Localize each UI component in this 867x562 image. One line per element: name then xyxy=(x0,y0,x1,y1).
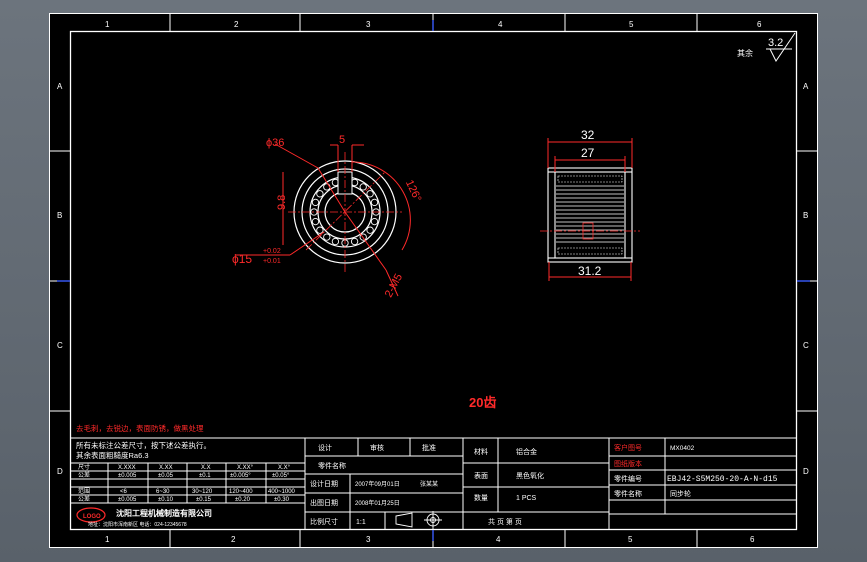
zone-bottom-3: 3 xyxy=(366,535,371,544)
tol-cell: 400~1000 xyxy=(268,489,296,495)
tb-material: 铝合金 xyxy=(516,447,537,456)
tb-print-date: 2008年01月25日 xyxy=(355,499,400,507)
tb-scale: 1:1 xyxy=(356,519,366,526)
zone-bottom-6: 6 xyxy=(750,535,755,544)
tol-cell: ±0.005 xyxy=(118,497,137,503)
tb-part-name-label: 零件名称 xyxy=(318,461,346,470)
zone-bottom-2: 2 xyxy=(231,535,236,544)
roughness-note: 其余表面粗糙度Ra6.3 xyxy=(76,450,149,460)
cad-viewport: 1 2 3 4 5 6 1 2 3 4 5 6 A B C D A B C D … xyxy=(0,0,867,562)
company-name: 沈阳工程机械制造有限公司 xyxy=(116,508,212,518)
tol-cell: ±0.10 xyxy=(158,497,174,503)
zone-left-d: D xyxy=(57,467,63,476)
dim-bore-tol-lower: +0.01 xyxy=(263,258,281,265)
zone-bottom-4: 4 xyxy=(496,535,501,544)
zone-right-c: C xyxy=(803,341,809,350)
roughness-label: 其余 xyxy=(737,48,753,58)
tol-row-label-3: 公差 xyxy=(78,495,90,503)
tb-drawing-no: MX0402 xyxy=(670,445,695,452)
zone-right-d: D xyxy=(803,467,809,476)
dim-bore-diameter: ϕ15 xyxy=(232,252,252,266)
tolerance-note: 所有未标注公差尺寸，按下述公差执行。 xyxy=(76,440,211,450)
zone-left-a: A xyxy=(57,82,63,91)
tb-part-no-label: 零件编号 xyxy=(614,474,642,483)
zone-bottom-5: 5 xyxy=(628,535,633,544)
tb-qty-label: 数量 xyxy=(474,493,488,502)
tb-part-desc: 同步轮 xyxy=(670,489,691,498)
tb-part-no: EBJ42-S5M250-20-A-N-d15 xyxy=(667,475,778,484)
tb-sheet-label: 共 页 第 页 xyxy=(488,517,522,526)
company-logo-text: LOGO xyxy=(83,514,101,520)
zone-top-5: 5 xyxy=(629,20,634,29)
tb-drawing-no-label: 客户图号 xyxy=(614,443,642,452)
company-address: 地址：沈阳市浑南新区 电话：024-12345678 xyxy=(88,521,187,528)
zone-left-b: B xyxy=(57,211,62,220)
finishing-note: 去毛刺，去锐边，表面防锈，做黑处理 xyxy=(76,423,204,433)
tb-approve-label: 批准 xyxy=(422,443,436,452)
tb-part-desc-label: 零件名称 xyxy=(614,489,642,498)
tol-row-label-2: 范围 xyxy=(78,487,90,495)
dim-tooth-width: 27 xyxy=(581,146,595,160)
tol-cell: ±0.30 xyxy=(274,497,290,503)
tol-cell: <6 xyxy=(120,489,128,495)
dim-hub-width: 31.2 xyxy=(578,264,602,278)
tol-cell: ±0.1 xyxy=(199,473,211,479)
tb-design-label: 设计 xyxy=(318,443,332,452)
zone-right-b: B xyxy=(803,211,808,220)
tol-cell: ±0.05° xyxy=(272,473,290,479)
tb-design-date: 2007年09月01日 xyxy=(355,480,400,488)
tol-cell: X.X xyxy=(201,465,211,471)
tb-material-label: 材料 xyxy=(474,447,488,456)
tol-cell: 6~30 xyxy=(156,489,170,495)
tol-cell: ±0.20 xyxy=(235,497,251,503)
zone-bottom-1: 1 xyxy=(105,535,110,544)
tol-cell: 30~120 xyxy=(192,489,213,495)
zone-top-1: 1 xyxy=(105,20,110,29)
tb-revision-label: 图纸版本 xyxy=(614,459,642,468)
tb-scale-label: 比例尺寸 xyxy=(310,517,338,526)
dim-keyway-depth: 9.8 xyxy=(276,195,288,210)
tol-cell: ±0.005 xyxy=(118,473,137,479)
roughness-value: 3.2 xyxy=(768,37,783,49)
zone-right-a: A xyxy=(803,82,809,91)
zone-left-c: C xyxy=(57,341,63,350)
tb-qty: 1 PCS xyxy=(516,495,537,502)
teeth-count-note: 20齿 xyxy=(469,395,496,410)
dim-total-width: 32 xyxy=(581,128,595,142)
tb-design-date-label: 设计日期 xyxy=(310,479,338,488)
zone-top-6: 6 xyxy=(757,20,762,29)
tol-cell: ±0.05 xyxy=(158,473,174,479)
dim-keyway-width: 5 xyxy=(339,134,345,146)
tb-surface-label: 表面 xyxy=(474,471,488,480)
tb-print-date-label: 出图日期 xyxy=(310,498,338,507)
tb-designer: 张某某 xyxy=(420,480,438,488)
tol-cell: X.X° xyxy=(278,465,291,471)
dim-outer-diameter: ϕ36 xyxy=(266,137,284,149)
tol-row-label-1: 公差 xyxy=(78,471,90,479)
tol-cell: ±0.15 xyxy=(196,497,212,503)
tol-cell: X.XXX xyxy=(118,465,136,471)
zone-top-2: 2 xyxy=(234,20,239,29)
tol-cell: 120~400 xyxy=(229,489,253,495)
zone-top-4: 4 xyxy=(498,20,503,29)
dim-bore-tol-upper: +0.02 xyxy=(263,248,281,255)
tol-cell: ±0.005° xyxy=(230,473,251,479)
tb-review-label: 审核 xyxy=(370,443,384,452)
tol-cell: X.XX xyxy=(159,465,173,471)
tol-cell: X.XX° xyxy=(237,465,254,471)
drawing-sheet: 1 2 3 4 5 6 1 2 3 4 5 6 A B C D A B C D … xyxy=(49,13,818,548)
tb-surface: 黑色氧化 xyxy=(516,471,544,480)
zone-top-3: 3 xyxy=(366,20,371,29)
tol-row-label-0: 尺寸 xyxy=(78,463,90,471)
